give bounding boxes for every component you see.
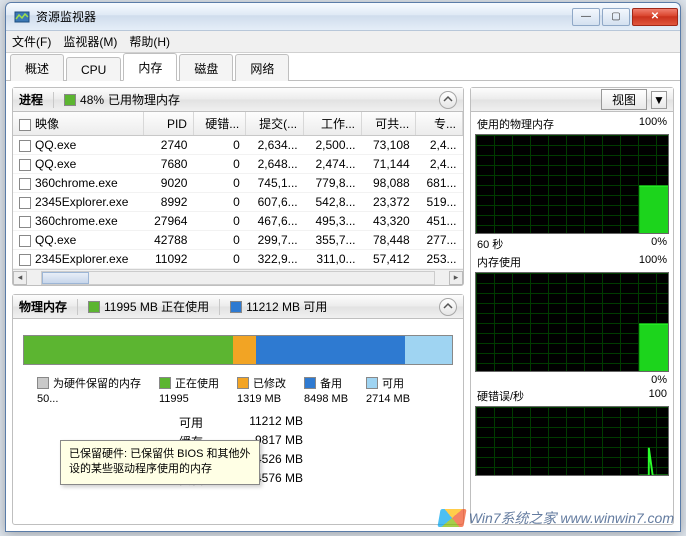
row-checkbox[interactable]: [19, 140, 31, 152]
physmem-inuse-metric: 11995 MB 正在使用: [88, 298, 209, 315]
graph-hard-faults: 硬错误/秒100: [475, 388, 669, 476]
processes-header[interactable]: 进程 48% 已用物理内存: [13, 88, 463, 112]
scroll-thumb[interactable]: [42, 272, 89, 284]
memory-legend: 为硬件保留的内存50... 正在使用11995 已修改1319 MB 备用849…: [13, 375, 463, 413]
graphs-panel: 视图 ▼ 使用的物理内存100% 60 秒0% 内存使用100% 0%: [470, 87, 674, 525]
tab-cpu[interactable]: CPU: [66, 57, 121, 81]
window-buttons: — ▢ ✕: [572, 8, 678, 26]
h-scrollbar[interactable]: ◂ ▸: [13, 269, 463, 285]
physmem-avail-metric: 11212 MB 可用: [230, 298, 327, 315]
tab-overview[interactable]: 概述: [10, 54, 64, 81]
col-commit[interactable]: 提交(...: [246, 112, 304, 136]
legend-modified: 已修改1319 MB: [237, 375, 286, 405]
row-checkbox[interactable]: [19, 178, 31, 190]
tab-memory[interactable]: 内存: [123, 53, 177, 81]
menu-help[interactable]: 帮助(H): [129, 33, 170, 50]
watermark: Win7系统之家 www.winwin7.com: [439, 508, 674, 528]
legend-standby: 备用8498 MB: [304, 375, 348, 405]
window-title: 资源监视器: [36, 8, 572, 25]
processes-title: 进程: [19, 91, 43, 108]
tooltip-hw-reserved: 已保留硬件: 已保留供 BIOS 和其他外设的某些驱动程序使用的内存: [60, 440, 260, 485]
legend-hw-reserved: 为硬件保留的内存50...: [37, 375, 141, 405]
memory-bar-chart: [23, 335, 453, 365]
processes-panel: 进程 48% 已用物理内存 映像 PID 硬错...: [12, 87, 464, 286]
minimize-button[interactable]: —: [572, 8, 600, 26]
metric-swatch: [64, 94, 76, 106]
titlebar[interactable]: 资源监视器 — ▢ ✕: [6, 3, 680, 31]
col-working[interactable]: 工作...: [304, 112, 362, 136]
table-row[interactable]: QQ.exe427880299,7...355,7...78,448277...: [13, 231, 463, 250]
tab-network[interactable]: 网络: [235, 54, 289, 81]
physical-memory-panel: 物理内存 11995 MB 正在使用 11212 MB 可用 为硬件保留的内存5…: [12, 294, 464, 525]
membar-standby: [256, 336, 404, 364]
table-row[interactable]: QQ.exe768002,648...2,474...71,1442,4...: [13, 155, 463, 174]
row-checkbox[interactable]: [19, 254, 31, 266]
table-row[interactable]: QQ.exe274002,634...2,500...73,1082,4...: [13, 136, 463, 155]
menu-monitor[interactable]: 监视器(M): [63, 33, 117, 50]
tab-disk[interactable]: 磁盘: [179, 54, 233, 81]
row-checkbox[interactable]: [19, 216, 31, 228]
windows-flag-icon: [437, 509, 466, 527]
membar-modified: [233, 336, 256, 364]
row-checkbox[interactable]: [19, 197, 31, 209]
membar-inuse: [24, 336, 233, 364]
col-shareable[interactable]: 可共...: [362, 112, 416, 136]
plot-area: [475, 406, 669, 476]
view-dropdown-button[interactable]: ▼: [651, 91, 667, 109]
collapse-button[interactable]: [439, 91, 457, 109]
table-row[interactable]: 2345Explorer.exe89920607,6...542,8...23,…: [13, 193, 463, 212]
table-row[interactable]: 2345Explorer.exe110920322,9...311,0...57…: [13, 250, 463, 269]
physmem-title: 物理内存: [19, 298, 67, 315]
menu-file[interactable]: 文件(F): [12, 33, 51, 50]
check-all[interactable]: [19, 119, 31, 131]
col-private[interactable]: 专...: [416, 112, 463, 136]
row-checkbox[interactable]: [19, 235, 31, 247]
processes-metric: 48% 已用物理内存: [64, 91, 180, 108]
processes-table: 映像 PID 硬错... 提交(... 工作... 可共... 专... QQ.…: [13, 112, 463, 269]
col-hardfault[interactable]: 硬错...: [193, 112, 245, 136]
plot-area: [475, 134, 669, 234]
physmem-header[interactable]: 物理内存 11995 MB 正在使用 11212 MB 可用: [13, 295, 463, 319]
collapse-button[interactable]: [439, 298, 457, 316]
view-button[interactable]: 视图: [601, 89, 647, 110]
scroll-right-arrow[interactable]: ▸: [449, 271, 463, 285]
graphs-header: 视图 ▼: [471, 88, 673, 112]
menubar: 文件(F) 监视器(M) 帮助(H): [6, 31, 680, 53]
scroll-track[interactable]: [41, 271, 435, 285]
legend-free: 可用2714 MB: [366, 375, 410, 405]
graphs-container: 使用的物理内存100% 60 秒0% 内存使用100% 0% 硬错误/秒100: [471, 112, 673, 524]
app-icon: [14, 9, 30, 25]
table-row[interactable]: 360chrome.exe279640467,6...495,3...43,32…: [13, 212, 463, 231]
scroll-left-arrow[interactable]: ◂: [13, 271, 27, 285]
row-checkbox[interactable]: [19, 159, 31, 171]
legend-in-use: 正在使用11995: [159, 375, 219, 405]
graph-memory-usage: 内存使用100% 0%: [475, 254, 669, 386]
close-button[interactable]: ✕: [632, 8, 678, 26]
right-pane: 视图 ▼ 使用的物理内存100% 60 秒0% 内存使用100% 0%: [470, 81, 680, 531]
membar-free: [405, 336, 452, 364]
table-row[interactable]: 360chrome.exe90200745,1...779,8...98,088…: [13, 174, 463, 193]
processes-table-wrap: 映像 PID 硬错... 提交(... 工作... 可共... 专... QQ.…: [13, 112, 463, 285]
col-pid[interactable]: PID: [143, 112, 193, 136]
plot-area: [475, 272, 669, 372]
tabstrip: 概述 CPU 内存 磁盘 网络: [6, 53, 680, 81]
maximize-button[interactable]: ▢: [602, 8, 630, 26]
graph-used-physical-memory: 使用的物理内存100% 60 秒0%: [475, 116, 669, 252]
